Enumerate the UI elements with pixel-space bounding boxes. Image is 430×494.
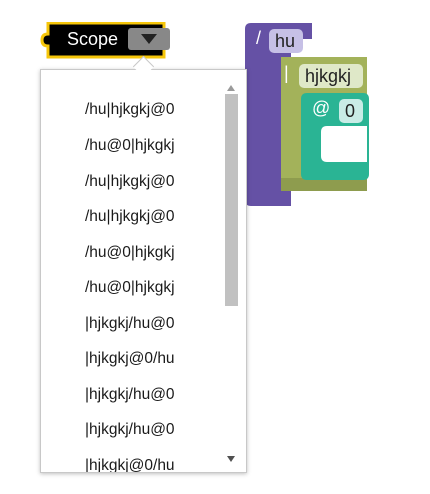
menu-item[interactable]: |hjkgkj@0/hu	[41, 341, 226, 376]
menu-item[interactable]: /hu|hjkgkj@0	[41, 92, 226, 127]
dropdown-menu[interactable]: /hu|hjkgkj@0 /hu@0|hjkgkj /hu|hjkgkj@0 /…	[40, 69, 247, 473]
at-field[interactable]: 0	[339, 99, 363, 123]
menu-item[interactable]: /hu@0|hjkgkj	[41, 235, 226, 270]
menu-item[interactable]: |hjkgkj@0/hu	[41, 448, 226, 472]
menu-item[interactable]: /hu|hjkgkj@0	[41, 164, 226, 199]
scroll-up-arrow-icon[interactable]	[227, 85, 235, 91]
menu-item[interactable]: /hu|hjkgkj@0	[41, 199, 226, 234]
at-block-opening	[321, 126, 367, 162]
at-symbol: @	[312, 98, 331, 118]
chevron-down-icon	[141, 34, 157, 44]
menu-scrollbar[interactable]	[225, 80, 239, 466]
pipe-symbol: |	[284, 63, 289, 83]
path-field[interactable]: hu	[269, 29, 303, 53]
scope-block[interactable]: Scope	[40, 22, 170, 59]
nested-blocks[interactable]: / hu | hjkgkj @ 0	[243, 23, 430, 213]
menu-item[interactable]: |hjkgkj/hu@0	[41, 377, 226, 412]
path-symbol: /	[256, 28, 262, 48]
menu-list: /hu|hjkgkj@0 /hu@0|hjkgkj /hu|hjkgkj@0 /…	[41, 70, 226, 472]
menu-item[interactable]: |hjkgkj/hu@0	[41, 412, 226, 447]
scroll-down-arrow-icon[interactable]	[227, 456, 235, 462]
pipe-field[interactable]: hjkgkj	[299, 64, 363, 88]
scrollbar-thumb[interactable]	[225, 94, 238, 306]
scope-label: Scope	[67, 29, 119, 49]
menu-item[interactable]: |hjkgkj/hu@0	[41, 306, 226, 341]
scope-dropdown-button[interactable]	[128, 28, 170, 50]
menu-item[interactable]: /hu@0|hjkgkj	[41, 270, 226, 305]
menu-item[interactable]: /hu@0|hjkgkj	[41, 128, 226, 163]
